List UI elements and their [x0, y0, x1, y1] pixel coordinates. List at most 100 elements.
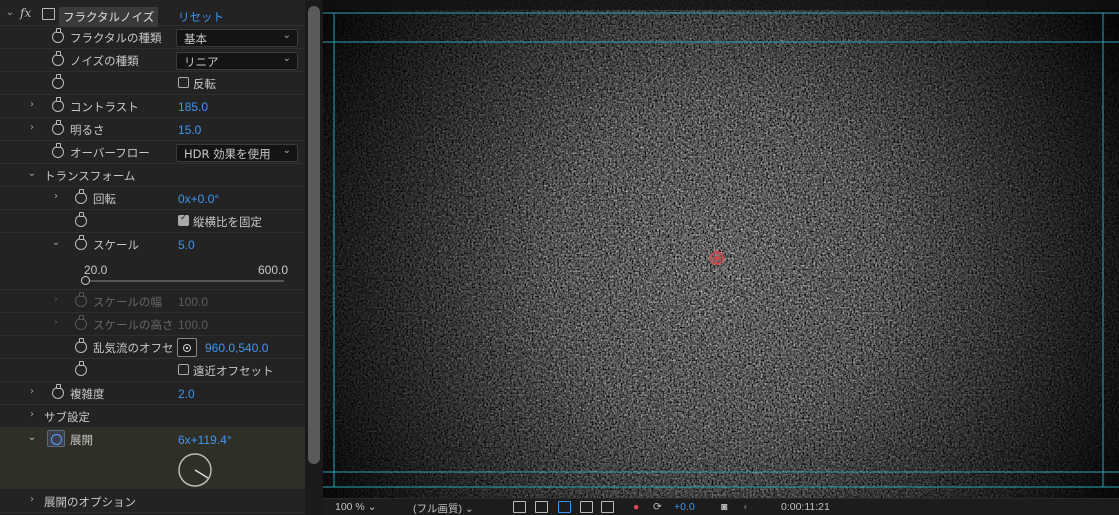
- snapshot-camera-icon[interactable]: ◙: [721, 501, 727, 514]
- chevron-right-icon[interactable]: ›: [50, 317, 62, 328]
- composition-viewer[interactable]: [323, 0, 1119, 498]
- property-invert: 反転: [0, 72, 305, 95]
- group-label: 展開のオプション: [44, 495, 136, 509]
- zoom-dropdown[interactable]: 100 % ⌄: [335, 501, 377, 514]
- region-of-interest-icon[interactable]: [580, 501, 593, 513]
- property-scale-width: › スケールの幅 100.0: [0, 290, 305, 313]
- scale-slider-handle[interactable]: [81, 276, 90, 285]
- overflow-dropdown[interactable]: HDR 効果を使用 ⌄: [176, 144, 298, 162]
- property-label: 展開: [70, 433, 93, 447]
- stopwatch-icon[interactable]: [75, 189, 87, 204]
- property-scale-height: › スケールの高さ 100.0: [0, 313, 305, 336]
- rotation-value[interactable]: 0x+0.0°: [178, 192, 219, 206]
- property-contrast: › コントラスト 185.0: [0, 95, 305, 118]
- mask-visibility-icon[interactable]: [558, 501, 571, 513]
- stopwatch-icon[interactable]: [52, 97, 64, 112]
- chevron-down-icon: ⌄: [282, 53, 291, 64]
- property-label: スケールの幅: [93, 295, 162, 309]
- stopwatch-icon[interactable]: [52, 74, 64, 89]
- fast-preview-icon[interactable]: [513, 501, 526, 513]
- transparency-grid-icon[interactable]: [535, 501, 548, 513]
- resolution-dropdown[interactable]: (フル画質) ⌄: [413, 501, 474, 515]
- slider-max-label: 600.0: [258, 263, 289, 277]
- grid-guides-icon[interactable]: [601, 501, 614, 513]
- after-effects-window: ⌄ fx フラクタルノイズ リセット フラクタルの種類 基本 ⌄ ノイズの種類 …: [0, 0, 1119, 515]
- property-group-transform[interactable]: ⌄ トランスフォーム: [0, 164, 305, 187]
- property-group-sub-settings[interactable]: › サブ設定: [0, 405, 305, 428]
- stopwatch-icon[interactable]: [52, 51, 64, 66]
- offset-value[interactable]: 960.0,540.0: [205, 341, 268, 355]
- panel-scrollbar[interactable]: [305, 0, 323, 515]
- stopwatch-icon[interactable]: [75, 361, 87, 376]
- property-group-evolution-options[interactable]: › 展開のオプション: [0, 490, 305, 513]
- property-complexity: › 複雑度 2.0: [0, 382, 305, 405]
- fractal-type-dropdown[interactable]: 基本 ⌄: [176, 29, 298, 47]
- evolution-angle-dial[interactable]: [177, 452, 213, 488]
- scale-slider-track[interactable]: [86, 280, 284, 282]
- chevron-down-icon[interactable]: ⌄: [26, 168, 38, 179]
- stopwatch-icon[interactable]: [75, 235, 87, 250]
- exposure-value[interactable]: +0.0: [674, 501, 695, 514]
- stopwatch-icon[interactable]: [52, 384, 64, 399]
- slider-min-label: 20.0: [84, 263, 108, 277]
- noise-type-dropdown[interactable]: リニア ⌄: [176, 52, 298, 70]
- resolution-value: (フル画質): [413, 503, 462, 515]
- stopwatch-active-icon[interactable]: [47, 430, 65, 447]
- invert-checkbox[interactable]: [178, 77, 189, 88]
- evolution-value[interactable]: 6x+119.4°: [178, 433, 232, 447]
- property-scale: ⌄ スケール 5.0 20.0 600.0: [0, 233, 305, 290]
- effect-name[interactable]: フラクタルノイズ: [59, 7, 159, 27]
- effect-header-row[interactable]: ⌄ fx フラクタルノイズ リセット: [0, 4, 305, 27]
- perspective-offset-checkbox[interactable]: [178, 364, 189, 375]
- chevron-down-icon[interactable]: ⌄: [4, 7, 16, 18]
- chevron-right-icon[interactable]: ›: [26, 409, 38, 420]
- stopwatch-icon[interactable]: [52, 143, 64, 158]
- property-label: スケール: [93, 238, 139, 252]
- property-label: オーバーフロー: [70, 146, 150, 160]
- stopwatch-icon[interactable]: [75, 212, 87, 227]
- property-label: 乱気流のオフセ: [93, 341, 174, 355]
- chevron-right-icon[interactable]: ›: [26, 494, 38, 505]
- property-label: 回転: [93, 192, 116, 206]
- property-label: 複雑度: [70, 387, 105, 401]
- chevron-down-icon: ⌄: [282, 30, 291, 41]
- property-label: フラクタルの種類: [70, 31, 162, 45]
- exposure-reset-icon[interactable]: ⟳: [653, 501, 662, 514]
- chevron-right-icon[interactable]: ›: [50, 191, 62, 202]
- chevron-right-icon[interactable]: ›: [26, 122, 38, 133]
- reset-link[interactable]: リセット: [178, 9, 224, 25]
- timecode[interactable]: 0:00:11:21: [781, 501, 830, 514]
- fx-toggle-icon[interactable]: fx: [20, 6, 31, 20]
- stopwatch-icon[interactable]: [52, 120, 64, 135]
- uniform-scaling-checkbox[interactable]: [178, 213, 189, 226]
- property-label: コントラスト: [70, 100, 139, 114]
- group-label: トランスフォーム: [44, 169, 136, 183]
- fractal-noise-render: [323, 0, 1119, 498]
- chevron-right-icon[interactable]: ›: [50, 294, 62, 305]
- crosshair-icon[interactable]: [177, 338, 197, 357]
- property-evolution: ⌄ 展開 6x+119.4°: [0, 428, 305, 489]
- scale-value[interactable]: 5.0: [178, 238, 195, 252]
- chevron-right-icon[interactable]: ›: [26, 386, 38, 397]
- effect-preset-icon[interactable]: [42, 8, 55, 20]
- viewer-toolbar: 100 % ⌄ (フル画質) ⌄ ● ⟳ +0.0 ◙ ◐ 0:00:11:21: [323, 498, 1119, 515]
- chevron-right-icon[interactable]: ›: [26, 99, 38, 110]
- chevron-down-icon[interactable]: ⌄: [50, 237, 62, 248]
- property-fractal-type: フラクタルの種類 基本 ⌄: [0, 26, 305, 49]
- checkbox-label: 遠近オフセット: [193, 364, 274, 378]
- color-channels-icon[interactable]: ●: [633, 501, 639, 514]
- scale-height-value: 100.0: [178, 318, 209, 332]
- brightness-value[interactable]: 15.0: [178, 123, 201, 137]
- contrast-value[interactable]: 185.0: [178, 100, 208, 114]
- checkbox-label: 反転: [193, 77, 216, 91]
- dropdown-value: HDR 効果を使用: [184, 147, 271, 161]
- complexity-value[interactable]: 2.0: [178, 387, 195, 401]
- property-label: スケールの高さ: [93, 318, 174, 332]
- stopwatch-icon[interactable]: [75, 338, 87, 353]
- chevron-down-icon[interactable]: ⌄: [26, 432, 38, 443]
- stopwatch-icon: [75, 292, 87, 307]
- dropdown-value: 基本: [184, 32, 207, 46]
- scrollbar-thumb[interactable]: [308, 6, 320, 464]
- property-uniform-scaling: 縦横比を固定: [0, 210, 305, 233]
- stopwatch-icon[interactable]: [52, 28, 64, 43]
